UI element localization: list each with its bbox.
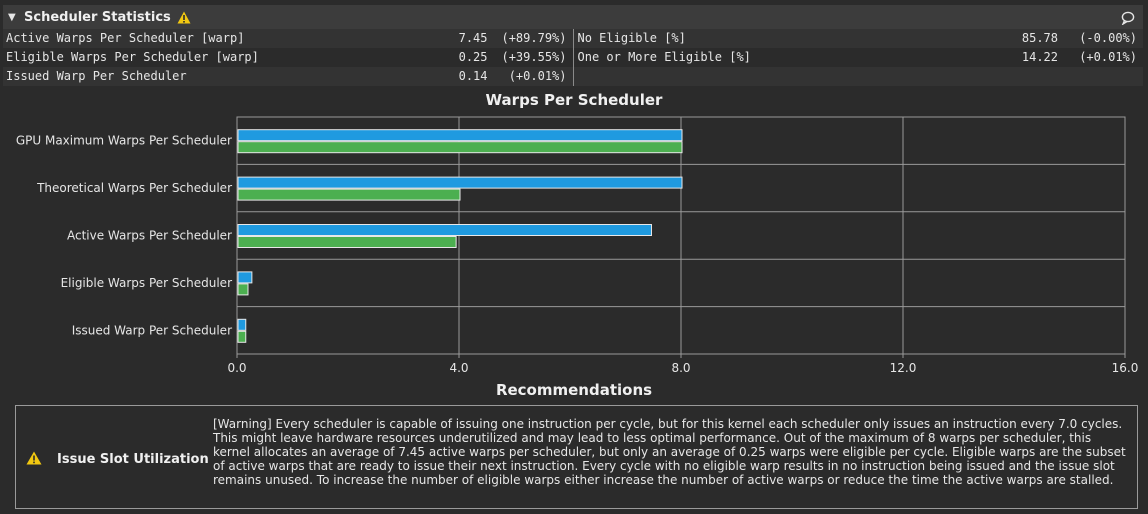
recommendation-name: Issue Slot Utilization: [57, 452, 209, 467]
comment-icon[interactable]: [1121, 10, 1135, 29]
recommendation-text: [Warning] Every scheduler is capable of …: [213, 417, 1126, 487]
warps-per-scheduler-chart: 0.0 4.0 8.0 12.0 16.0 GPU Maximum Warps Per S…: [16, 116, 1139, 375]
stats-table: Active Warps Per Scheduler [warp] 7.45 (…: [3, 29, 1143, 86]
chart-title: Warps Per Scheduler: [485, 91, 663, 109]
stats-row: Active Warps Per Scheduler [warp] 7.45 (…: [3, 29, 1143, 48]
stat-eligible-warps: Eligible Warps Per Scheduler [warp] 0.25…: [3, 48, 573, 67]
stat-active-warps: Active Warps Per Scheduler [warp] 7.45 (…: [3, 29, 573, 48]
category-label: GPU Maximum Warps Per Scheduler: [16, 134, 232, 148]
stat-value: 85.78: [1021, 31, 1058, 45]
chevron-down-icon[interactable]: ▼: [8, 12, 20, 23]
stat-label: Issued Warp Per Scheduler: [6, 69, 187, 83]
stat-label: One or More Eligible [%]: [577, 50, 751, 64]
recommendation-card: Issue Slot Utilization [Warning] Every s…: [15, 405, 1138, 509]
stat-empty-cell: [572, 67, 1144, 86]
category-label: Issued Warp Per Scheduler: [72, 323, 232, 337]
section-title: Scheduler Statistics: [24, 9, 171, 25]
stat-delta: (-0.00%): [1079, 31, 1137, 45]
stat-value: 14.22: [1021, 50, 1058, 64]
stat-delta: (+89.79%): [501, 31, 567, 45]
stat-label: Eligible Warps Per Scheduler [warp]: [6, 50, 259, 64]
stats-row: Eligible Warps Per Scheduler [warp] 0.25…: [3, 48, 1143, 67]
stats-row: Issued Warp Per Scheduler 0.14 (+0.01%): [3, 67, 1143, 86]
warning-icon: [177, 11, 191, 24]
stat-value: 0.14: [458, 69, 488, 83]
bar-series-2: [237, 283, 249, 296]
bar-series-2: [237, 330, 247, 343]
x-tick-label: 12.0: [890, 361, 917, 375]
stat-value: 7.45: [458, 31, 488, 45]
x-tick-label: 16.0: [1112, 361, 1139, 375]
bar-series-1: [237, 224, 652, 236]
x-tick-label: 4.0: [449, 361, 468, 375]
stat-no-eligible: No Eligible [%] 85.78 (-0.00%): [572, 29, 1144, 48]
bar-series-2: [237, 188, 461, 201]
bar-series-2: [237, 141, 683, 154]
bar-series-1: [237, 176, 683, 189]
x-tick-label: 8.0: [671, 361, 690, 375]
bar-series-1: [237, 271, 253, 284]
stat-delta: (+0.01%): [508, 69, 567, 83]
x-tick-label: 0.0: [227, 361, 246, 375]
stat-label: No Eligible [%]: [577, 31, 686, 45]
stat-delta: (+39.55%): [501, 50, 567, 64]
warning-icon: [26, 451, 42, 465]
category-label: Theoretical Warps Per Scheduler: [36, 181, 232, 195]
stat-label: Active Warps Per Scheduler [warp]: [6, 31, 245, 45]
bar-series-2: [237, 236, 457, 248]
recommendations-title: Recommendations: [495, 381, 653, 399]
bar-series-1: [237, 318, 247, 331]
section-header[interactable]: ▼ Scheduler Statistics: [3, 5, 1143, 29]
stat-issued-warp: Issued Warp Per Scheduler 0.14 (+0.01%): [3, 67, 573, 86]
stat-value: 0.25: [458, 50, 488, 64]
category-label: Active Warps Per Scheduler: [67, 229, 232, 243]
category-label: Eligible Warps Per Scheduler: [61, 276, 233, 290]
stat-delta: (+0.01%): [1079, 50, 1137, 64]
bar-series-1: [237, 129, 683, 142]
stat-one-or-more-eligible: One or More Eligible [%] 14.22 (+0.01%): [572, 48, 1144, 67]
